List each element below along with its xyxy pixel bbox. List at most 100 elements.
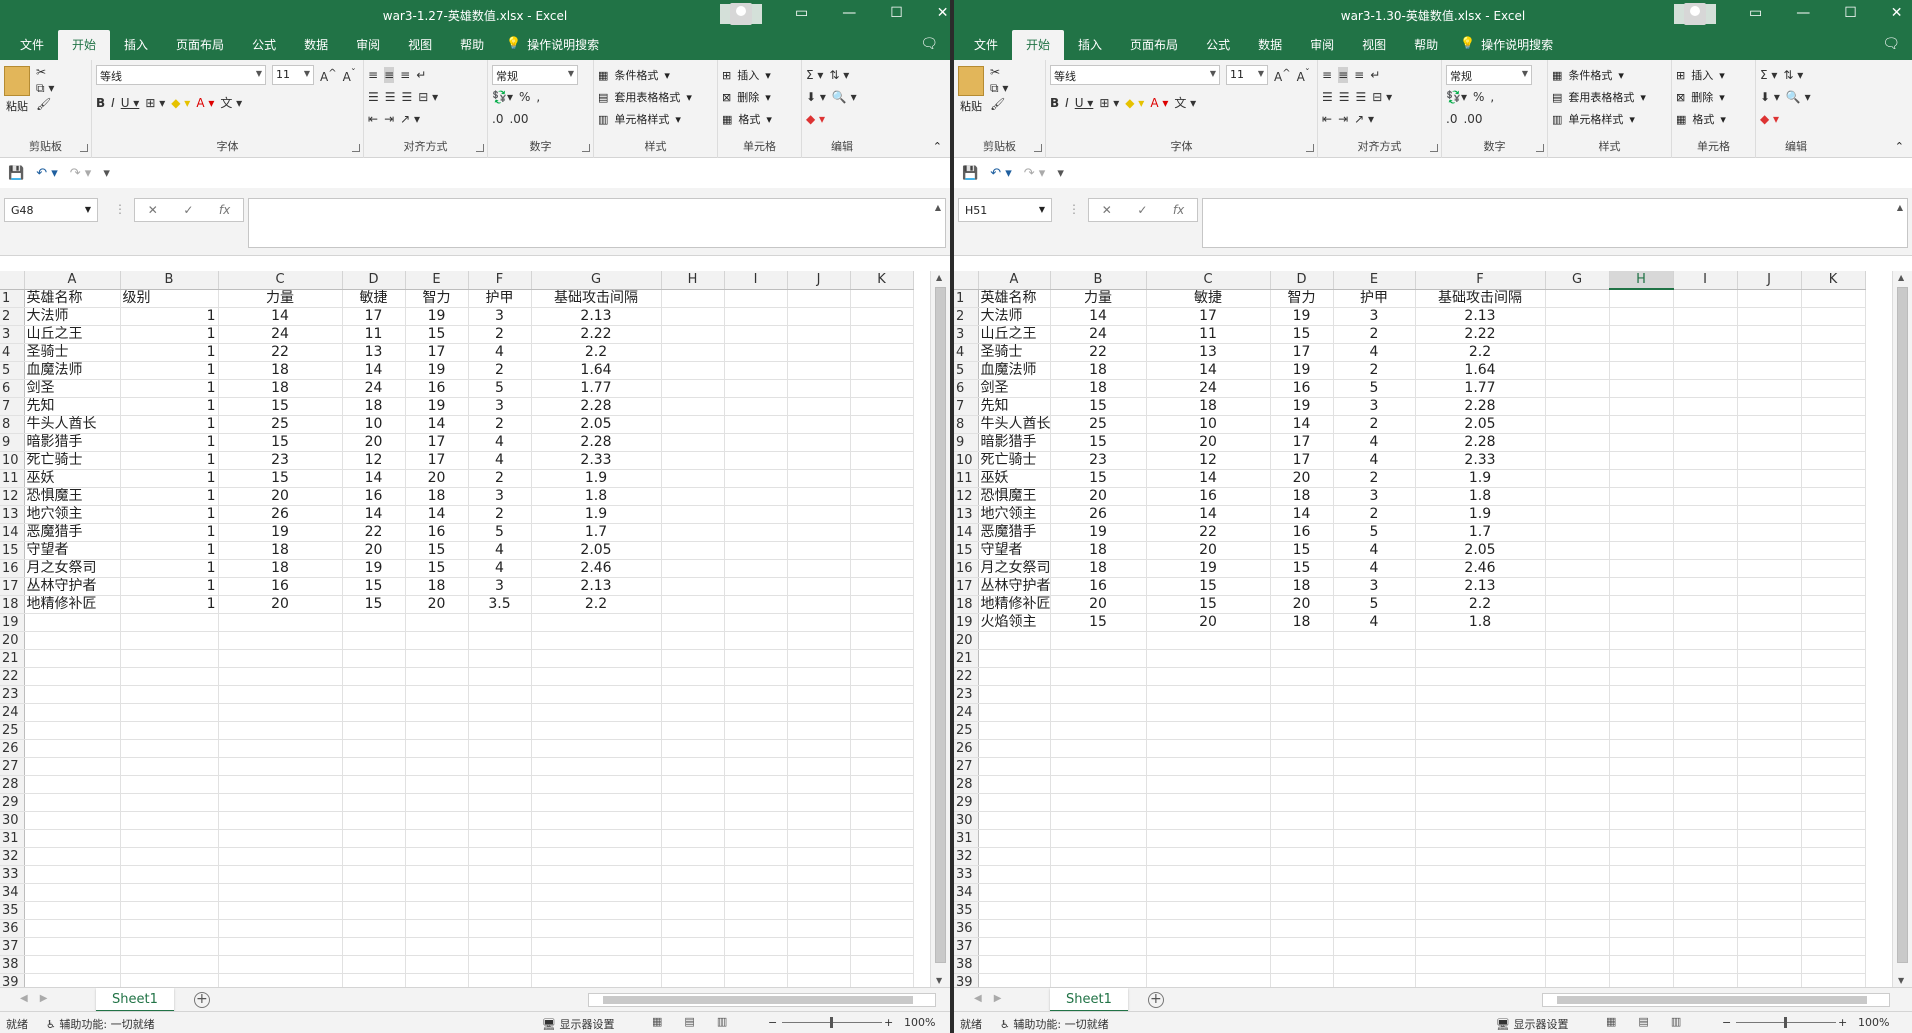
cell[interactable]: 19 <box>1146 559 1271 578</box>
column-header[interactable]: B <box>120 271 219 290</box>
tab-file[interactable]: 文件 <box>960 30 1012 60</box>
cell[interactable] <box>531 649 662 668</box>
font-name-select[interactable]: 等线 ▼ <box>1050 65 1220 85</box>
cell[interactable] <box>24 937 121 956</box>
cell[interactable]: 22 <box>218 343 343 362</box>
column-header[interactable]: F <box>468 271 532 290</box>
cell[interactable] <box>24 631 121 650</box>
cell[interactable] <box>468 775 532 794</box>
cell[interactable] <box>661 397 725 416</box>
cell[interactable] <box>1737 541 1802 560</box>
row-header[interactable]: 7 <box>0 397 25 416</box>
close-icon[interactable]: ✕ <box>1891 5 1903 21</box>
cell[interactable] <box>1415 685 1546 704</box>
cell[interactable]: 恶魔猎手 <box>24 523 121 542</box>
cell[interactable]: 丛林守护者 <box>24 577 121 596</box>
cell[interactable] <box>1737 937 1802 956</box>
cell[interactable] <box>1737 865 1802 884</box>
cell[interactable] <box>787 415 851 434</box>
cell[interactable]: 14 <box>1146 361 1271 380</box>
cell[interactable]: 20 <box>1050 487 1147 506</box>
cell[interactable] <box>218 649 343 668</box>
cell[interactable] <box>1801 775 1866 794</box>
cell[interactable]: 13 <box>1146 343 1271 362</box>
row-header[interactable]: 39 <box>954 973 979 987</box>
cell[interactable] <box>468 847 532 866</box>
cell[interactable]: 15 <box>1050 469 1147 488</box>
cell[interactable] <box>787 703 851 722</box>
cell[interactable]: 23 <box>1050 451 1147 470</box>
cell[interactable]: 先知 <box>24 397 121 416</box>
cell[interactable] <box>468 739 532 758</box>
cell[interactable] <box>724 289 788 308</box>
cell[interactable] <box>787 379 851 398</box>
cell[interactable] <box>1609 325 1674 344</box>
cell[interactable] <box>1545 307 1610 326</box>
tab-data[interactable]: 数据 <box>1244 30 1296 60</box>
cell[interactable] <box>661 343 725 362</box>
cell[interactable] <box>1333 685 1416 704</box>
zoom-level[interactable]: 100% <box>1858 1016 1889 1029</box>
cell-style-button[interactable]: ▥ 单元格样式 ▾ <box>1552 108 1667 130</box>
cell[interactable]: 15 <box>405 541 469 560</box>
sort-filter-icon[interactable]: ⇅ ▾ <box>1783 67 1803 83</box>
cell[interactable] <box>1801 973 1866 987</box>
cell[interactable] <box>724 865 788 884</box>
column-header[interactable]: J <box>787 271 851 290</box>
row-header[interactable]: 10 <box>954 451 979 470</box>
column-header[interactable]: C <box>218 271 343 290</box>
cell[interactable] <box>1050 811 1147 830</box>
cell[interactable] <box>1146 721 1271 740</box>
cell[interactable] <box>661 739 725 758</box>
cell[interactable] <box>1737 829 1802 848</box>
cell[interactable] <box>468 955 532 974</box>
cell[interactable] <box>218 793 343 812</box>
cell[interactable] <box>531 973 662 987</box>
select-all-corner[interactable] <box>954 271 979 290</box>
cell[interactable] <box>787 757 851 776</box>
cell[interactable]: 1 <box>120 595 219 614</box>
cell[interactable]: 丛林守护者 <box>978 577 1051 596</box>
cell[interactable]: 1.8 <box>531 487 662 506</box>
cell[interactable] <box>1270 775 1334 794</box>
cell[interactable] <box>405 667 469 686</box>
cell[interactable] <box>1270 667 1334 686</box>
cell[interactable] <box>978 667 1051 686</box>
cell[interactable] <box>1673 307 1738 326</box>
cell[interactable] <box>787 685 851 704</box>
cell[interactable] <box>661 685 725 704</box>
cell[interactable] <box>468 721 532 740</box>
row-header[interactable]: 26 <box>0 739 25 758</box>
cell[interactable] <box>661 613 725 632</box>
cell[interactable] <box>1609 595 1674 614</box>
column-header[interactable]: D <box>342 271 406 290</box>
cell[interactable] <box>661 595 725 614</box>
cell[interactable]: 3 <box>1333 577 1416 596</box>
cell[interactable] <box>1673 415 1738 434</box>
cell[interactable] <box>468 613 532 632</box>
row-header[interactable]: 23 <box>954 685 979 704</box>
cell[interactable] <box>1050 721 1147 740</box>
cell[interactable] <box>661 901 725 920</box>
row-header[interactable]: 30 <box>0 811 25 830</box>
row-header[interactable]: 34 <box>954 883 979 902</box>
cell[interactable] <box>1050 703 1147 722</box>
tell-me-search[interactable]: 💡 操作说明搜索 <box>1452 30 1561 60</box>
align-right-icon[interactable]: ☰ <box>1356 89 1367 105</box>
cell[interactable] <box>1673 505 1738 524</box>
font-color-icon[interactable]: A ▾ <box>1150 95 1168 111</box>
cell[interactable] <box>661 541 725 560</box>
cell[interactable] <box>1609 847 1674 866</box>
cell[interactable] <box>1673 451 1738 470</box>
cell[interactable]: 1.8 <box>1415 487 1546 506</box>
find-icon[interactable]: 🔍 ▾ <box>832 89 857 105</box>
cell[interactable] <box>24 703 121 722</box>
cell[interactable] <box>850 757 914 776</box>
cell[interactable] <box>531 811 662 830</box>
cell[interactable] <box>342 631 406 650</box>
scroll-up-icon[interactable]: ▲ <box>936 273 942 282</box>
cell[interactable] <box>1545 829 1610 848</box>
cell[interactable] <box>978 703 1051 722</box>
cell[interactable] <box>342 865 406 884</box>
align-bottom-icon[interactable]: ≡ <box>1354 67 1364 83</box>
